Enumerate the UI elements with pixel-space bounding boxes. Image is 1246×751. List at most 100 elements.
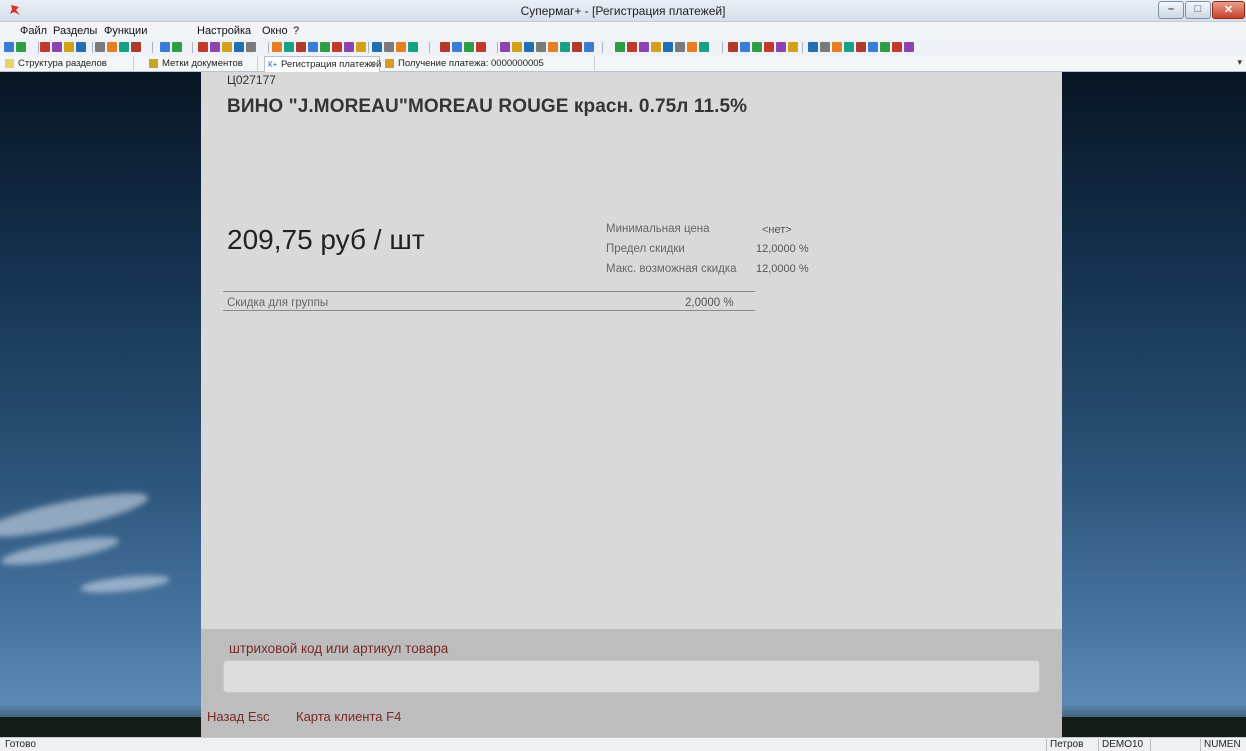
menu-settings[interactable]: Настройка — [197, 25, 251, 37]
maximize-button[interactable]: □ — [1185, 1, 1211, 19]
product-name: ВИНО "J.MOREAU"MOREAU ROUGE красн. 0.75л… — [227, 96, 748, 117]
toolbar-button-icon[interactable] — [107, 42, 117, 52]
toolbar-button-icon[interactable] — [52, 42, 62, 52]
toolbar-button-icon[interactable] — [500, 42, 510, 52]
toolbar-button-icon[interactable] — [234, 42, 244, 52]
discount-limit-value: 12,0000 % — [756, 243, 809, 255]
toolbar-button-icon[interactable] — [119, 42, 129, 52]
group-discount-label: Скидка для группы — [227, 297, 329, 309]
client-card-button[interactable]: Карта клиента F4 — [296, 709, 401, 724]
close-icon: ✕ — [1223, 4, 1234, 16]
barcode-input[interactable] — [223, 660, 1040, 693]
menu-file[interactable]: Файл — [20, 25, 47, 37]
toolbar-button-icon[interactable] — [308, 42, 318, 52]
toolbar-button-icon[interactable] — [222, 42, 232, 52]
toolbar-button-icon[interactable] — [615, 42, 625, 52]
toolbar-button-icon[interactable] — [584, 42, 594, 52]
toolbar-button-icon[interactable] — [356, 42, 366, 52]
toolbar-button-icon[interactable] — [548, 42, 558, 52]
toolbar-button-icon[interactable] — [687, 42, 697, 52]
toolbar-separator — [192, 42, 193, 53]
tab-payment-registration-label: Регистрация платежей — [281, 59, 382, 70]
toolbar-button-icon[interactable] — [476, 42, 486, 52]
status-text: Готово — [5, 739, 36, 750]
toolbar-button-icon[interactable] — [408, 42, 418, 52]
toolbar-button-icon[interactable] — [820, 42, 830, 52]
toolbar-button-icon[interactable] — [344, 42, 354, 52]
toolbar-button-icon[interactable] — [284, 42, 294, 52]
toolbar-button-icon[interactable] — [776, 42, 786, 52]
toolbar-button-icon[interactable] — [740, 42, 750, 52]
toolbar-button-icon[interactable] — [844, 42, 854, 52]
tab-payment-registration[interactable]: К+ Регистрация платежей ✕ — [264, 56, 382, 72]
toolbar-button-icon[interactable] — [4, 42, 14, 52]
toolbar-button-icon[interactable] — [904, 42, 914, 52]
group-discount-value: 2,0000 % — [685, 297, 734, 309]
payment-panel: Ц027177 ВИНО "J.MOREAU"MOREAU ROUGE крас… — [201, 72, 1062, 737]
toolbar-separator — [429, 42, 430, 53]
toolbar-button-icon[interactable] — [868, 42, 878, 52]
toolbar-button-icon[interactable] — [452, 42, 462, 52]
tab-structure-label: Структура разделов — [18, 58, 107, 69]
toolbar-button-icon[interactable] — [512, 42, 522, 52]
toolbar-button-icon[interactable] — [892, 42, 902, 52]
toolbar-button-icon[interactable] — [675, 42, 685, 52]
toolbar-button-icon[interactable] — [320, 42, 330, 52]
toolbar-button-icon[interactable] — [752, 42, 762, 52]
menu-sections[interactable]: Разделы — [53, 25, 97, 37]
toolbar-button-icon[interactable] — [728, 42, 738, 52]
toolbar-button-icon[interactable] — [572, 42, 582, 52]
toolbar-button-icon[interactable] — [396, 42, 406, 52]
toolbar-button-icon[interactable] — [40, 42, 50, 52]
toolbar-button-icon[interactable] — [788, 42, 798, 52]
toolbar-button-icon[interactable] — [560, 42, 570, 52]
toolbar-button-icon[interactable] — [440, 42, 450, 52]
toolbar-button-icon[interactable] — [639, 42, 649, 52]
toolbar-button-icon[interactable] — [856, 42, 866, 52]
toolbar-button-icon[interactable] — [464, 42, 474, 52]
menu-help[interactable]: ? — [293, 25, 299, 37]
toolbar-button-icon[interactable] — [64, 42, 74, 52]
status-user: Петров — [1046, 739, 1096, 751]
tab-payment-receive[interactable]: Получение платежа: 0000000005 — [382, 56, 595, 72]
toolbar-button-icon[interactable] — [198, 42, 208, 52]
toolbar-button-icon[interactable] — [296, 42, 306, 52]
barcode-input-label: штриховой код или артикул товара — [229, 641, 449, 656]
toolbar-button-icon[interactable] — [131, 42, 141, 52]
toolbar-button-icon[interactable] — [699, 42, 709, 52]
menu-bar: Файл Разделы Функции Настройка Окно ? — [0, 22, 1246, 39]
toolbar-button-icon[interactable] — [536, 42, 546, 52]
payment-receive-icon — [385, 59, 394, 68]
toolbar-button-icon[interactable] — [808, 42, 818, 52]
toolbar-button-icon[interactable] — [384, 42, 394, 52]
toolbar-button-icon[interactable] — [764, 42, 774, 52]
menu-window[interactable]: Окно — [262, 25, 288, 37]
close-button[interactable]: ✕ — [1212, 1, 1245, 19]
product-price: 209,75 руб / шт — [227, 224, 425, 255]
toolbar-button-icon[interactable] — [246, 42, 256, 52]
toolbar-button-icon[interactable] — [524, 42, 534, 52]
tab-close-icon[interactable]: ✕ — [368, 57, 376, 72]
toolbar-button-icon[interactable] — [651, 42, 661, 52]
discount-limit-label: Предел скидки — [606, 243, 685, 255]
toolbar-button-icon[interactable] — [16, 42, 26, 52]
tab-structure[interactable]: Структура разделов — [2, 56, 134, 72]
toolbar-separator — [268, 42, 269, 53]
toolbar-button-icon[interactable] — [160, 42, 170, 52]
toolbar-button-icon[interactable] — [332, 42, 342, 52]
toolbar-button-icon[interactable] — [663, 42, 673, 52]
toolbar-button-icon[interactable] — [172, 42, 182, 52]
toolbar-button-icon[interactable] — [372, 42, 382, 52]
minimize-button[interactable]: – — [1158, 1, 1184, 19]
toolbar-button-icon[interactable] — [627, 42, 637, 52]
toolbar-button-icon[interactable] — [832, 42, 842, 52]
toolbar-button-icon[interactable] — [880, 42, 890, 52]
tab-document-marks[interactable]: Метки документов — [146, 56, 258, 72]
toolbar-button-icon[interactable] — [272, 42, 282, 52]
back-button[interactable]: Назад Esc — [207, 709, 270, 724]
toolbar-button-icon[interactable] — [210, 42, 220, 52]
menu-functions[interactable]: Функции — [104, 25, 147, 37]
tab-list-dropdown-icon[interactable]: ▾ — [1237, 57, 1242, 68]
toolbar-button-icon[interactable] — [95, 42, 105, 52]
toolbar-button-icon[interactable] — [76, 42, 86, 52]
